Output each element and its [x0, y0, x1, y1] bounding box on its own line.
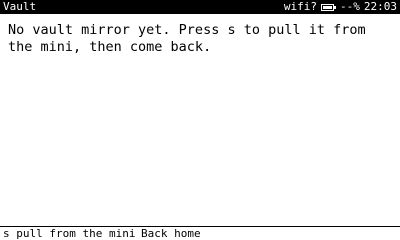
pull-from-mini-hint[interactable]: s pull from the mini: [3, 227, 135, 240]
status-bar: Vault wifi? --% 22:03: [0, 0, 400, 14]
back-home-hint[interactable]: Back home: [141, 227, 201, 240]
bottom-key-hints: s pull from the mini Back home: [0, 227, 400, 240]
battery-level: --%: [340, 0, 360, 13]
wifi-status: wifi?: [283, 0, 317, 13]
empty-vault-message: No vault mirror yet. Press s to pull it …: [8, 22, 374, 55]
app-title: Vault: [3, 0, 37, 13]
status-indicators: wifi? --% 22:03: [284, 0, 397, 14]
clock: 22:03: [363, 0, 397, 13]
battery-icon: [321, 3, 336, 11]
